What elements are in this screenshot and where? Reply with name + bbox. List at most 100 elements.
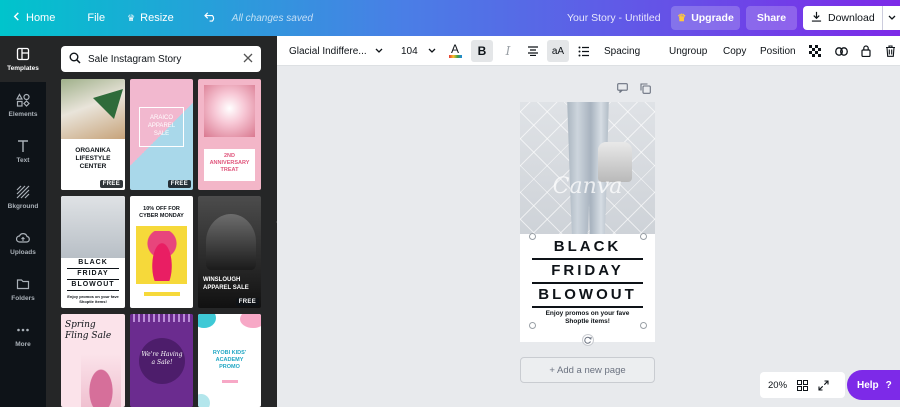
- folders-icon: [16, 278, 30, 289]
- rail-item-folders[interactable]: Folders: [0, 266, 46, 312]
- design-headline-friday[interactable]: FRIDAY: [532, 258, 643, 284]
- add-page-button[interactable]: + Add a new page: [520, 357, 655, 383]
- undo-button[interactable]: [195, 0, 226, 36]
- rail-item-templates[interactable]: Templates: [0, 36, 46, 82]
- template-winslough[interactable]: WINSLOUGH APPAREL SALE FREE: [198, 196, 261, 308]
- duplicate-page-button[interactable]: [640, 83, 651, 96]
- template-organika[interactable]: ORGANIKA LIFESTYLE CENTER FREE: [61, 79, 125, 190]
- editor-toolbar: Glacial Indiffere... 104 A B I aA Spacin…: [277, 36, 900, 66]
- file-menu-button[interactable]: File: [78, 0, 114, 36]
- font-size-dropdown[interactable]: 104: [401, 36, 436, 66]
- template-having-sale[interactable]: We're Having a Sale!: [130, 314, 193, 407]
- crown-icon: ♛: [127, 12, 136, 23]
- rail-label: Folders: [11, 294, 35, 302]
- template-search[interactable]: Sale Instagram Story: [61, 46, 261, 72]
- template-text: ACADEMY: [215, 357, 244, 363]
- share-label: Share: [756, 12, 787, 24]
- download-button[interactable]: Download: [803, 6, 900, 30]
- template-text: Fling Sale: [65, 331, 112, 341]
- resize-handle[interactable]: [529, 322, 536, 329]
- template-text: SALE: [153, 131, 170, 137]
- rail-label: Uploads: [10, 248, 36, 256]
- chevron-down-icon: [375, 48, 383, 53]
- comment-icon: [617, 83, 628, 94]
- template-text: BLACK: [78, 259, 108, 266]
- search-input[interactable]: Sale Instagram Story: [88, 54, 181, 65]
- resize-handle[interactable]: [640, 322, 647, 329]
- letter-case-button[interactable]: aA: [547, 40, 569, 62]
- design-headline-black[interactable]: BLACK: [532, 236, 643, 258]
- chevron-down-icon: [428, 48, 436, 53]
- template-photo: [61, 196, 125, 258]
- template-ryobi[interactable]: RYOBI KIDS' ACADEMY PROMO: [198, 314, 261, 407]
- design-subtext[interactable]: Enjoy promos on your fave: [526, 310, 649, 318]
- template-text: PROMO: [219, 364, 240, 370]
- ungroup-button[interactable]: Ungroup: [669, 36, 707, 66]
- grid-view-icon[interactable]: [797, 379, 809, 391]
- bold-button[interactable]: B: [471, 40, 493, 62]
- file-label: File: [87, 12, 106, 24]
- rail-item-more[interactable]: More: [0, 312, 46, 358]
- resize-handle[interactable]: [640, 233, 647, 240]
- design-headline-blowout[interactable]: BLOWOUT: [532, 284, 643, 308]
- top-bar: Home File ♛ Resize All changes saved You…: [0, 0, 900, 36]
- link-button[interactable]: [834, 36, 848, 66]
- background-icon: [16, 185, 30, 198]
- rotate-handle[interactable]: [582, 334, 594, 346]
- position-button[interactable]: Position: [760, 36, 796, 66]
- elements-icon: [16, 92, 30, 107]
- rail-item-background[interactable]: Bkground: [0, 174, 46, 220]
- help-button[interactable]: Help ?: [847, 370, 900, 400]
- italic-button[interactable]: I: [501, 36, 515, 66]
- home-button[interactable]: Home: [0, 0, 64, 36]
- copy-label: Copy: [723, 45, 747, 57]
- lock-button[interactable]: [860, 36, 872, 66]
- align-button[interactable]: [525, 36, 541, 66]
- delete-button[interactable]: [883, 36, 897, 66]
- page-notes-button[interactable]: [617, 83, 628, 95]
- decoration-bar: [144, 292, 180, 296]
- zoom-level[interactable]: 20%: [768, 380, 787, 391]
- fullscreen-icon[interactable]: [818, 379, 829, 391]
- rail-item-elements[interactable]: Elements: [0, 82, 46, 128]
- download-label: Download: [828, 12, 875, 24]
- canvas-area: Canva BLACK FRIDAY BLOWOUT Enjoy promos …: [277, 66, 900, 407]
- rail-item-uploads[interactable]: Uploads: [0, 220, 46, 266]
- template-text: FRIDAY: [67, 268, 119, 280]
- design-subtext[interactable]: Shoptle items!: [526, 318, 649, 326]
- decoration-bar: [222, 380, 238, 383]
- template-text: ANNIVERSARY: [209, 160, 250, 166]
- rail-item-text[interactable]: Text: [0, 128, 46, 174]
- spacing-label: Spacing: [604, 45, 641, 57]
- template-araico[interactable]: ARAICO APPAREL SALE FREE: [130, 79, 193, 190]
- design-page[interactable]: Canva BLACK FRIDAY BLOWOUT Enjoy promos …: [520, 102, 655, 342]
- template-text: WINSLOUGH: [203, 277, 241, 283]
- template-cyber-monday[interactable]: 10% OFF FOR CYBER MONDAY: [130, 196, 193, 308]
- transparency-icon: [809, 45, 821, 57]
- document-title[interactable]: Your Story - Untitled: [567, 0, 661, 36]
- clear-search-icon[interactable]: [243, 53, 253, 66]
- template-text: Spring: [65, 320, 96, 330]
- copy-button[interactable]: Copy: [723, 36, 746, 66]
- link-icon: [834, 46, 848, 56]
- template-black-friday[interactable]: BLACK FRIDAY BLOWOUT Enjoy promos on you…: [61, 196, 125, 308]
- text-color-button[interactable]: A: [447, 36, 463, 66]
- download-options-button[interactable]: [882, 6, 900, 30]
- template-text: 10% OFF FOR: [143, 206, 180, 212]
- upgrade-button[interactable]: ♛ Upgrade: [671, 6, 740, 30]
- resize-button[interactable]: ♛ Resize: [118, 0, 183, 36]
- spacing-button[interactable]: Spacing: [604, 36, 640, 66]
- rail-label: Bkground: [7, 202, 39, 210]
- template-anniversary[interactable]: 2ND ANNIVERSARY TREAT: [198, 79, 261, 190]
- undo-icon: [203, 11, 217, 25]
- share-button[interactable]: Share: [746, 6, 797, 30]
- resize-handle[interactable]: [529, 233, 536, 240]
- decoration-blob: [198, 394, 210, 407]
- text-color-icon: A: [450, 42, 459, 56]
- font-family-dropdown[interactable]: Glacial Indiffere...: [289, 36, 383, 66]
- transparency-button[interactable]: [808, 36, 822, 66]
- list-button[interactable]: [577, 36, 591, 66]
- rail-label: Text: [16, 156, 30, 164]
- template-spring-fling[interactable]: Spring Fling Sale: [61, 314, 125, 407]
- decoration-blob: [198, 314, 216, 328]
